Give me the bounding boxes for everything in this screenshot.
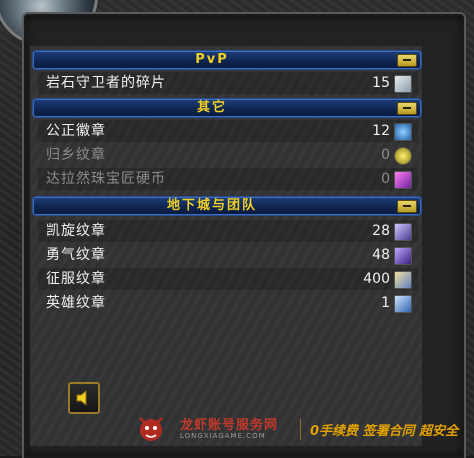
section-header-pvp[interactable]: PvP [32, 50, 422, 70]
watermark-slogan: 0手续费 签署合同 超安全 [310, 424, 459, 439]
currency-count: 12 [372, 123, 390, 139]
conquest-emblem-icon [394, 271, 412, 289]
currency-name: 凯旋纹章 [46, 223, 106, 239]
section-header-other[interactable]: 其它 [32, 98, 422, 118]
section-title: 其它 [196, 100, 227, 115]
currency-count: 48 [372, 247, 390, 263]
currency-count: 15 [372, 75, 390, 91]
jewelcrafter-token-icon [394, 171, 412, 189]
valor-emblem-icon [394, 247, 412, 265]
triumph-emblem-icon [394, 223, 412, 241]
currency-count: 0 [381, 147, 390, 163]
currency-name: 达拉然珠宝匠硬币 [46, 171, 166, 187]
watermark-url: LONGXIAGAME.COM [180, 432, 266, 440]
currency-row[interactable]: 凯旋纹章 28 [38, 220, 418, 242]
collapse-button[interactable] [397, 54, 417, 67]
currency-name: 征服纹章 [46, 271, 106, 287]
currency-count: 28 [372, 223, 390, 239]
speaker-icon [76, 389, 87, 407]
currency-row[interactable]: 达拉然珠宝匠硬币 0 [38, 168, 418, 190]
currency-row[interactable]: 归乡纹章 0 [38, 144, 418, 166]
section-title: 地下城与团队 [166, 198, 257, 213]
currency-name: 公正徽章 [46, 123, 106, 139]
currency-name: 英雄纹章 [46, 295, 106, 311]
homecoming-emblem-icon [394, 147, 412, 165]
watermark-separator [300, 418, 301, 440]
currency-row[interactable]: 岩石守卫者的碎片 15 [38, 72, 418, 94]
collapse-button[interactable] [397, 102, 417, 115]
sound-toggle-button[interactable] [68, 382, 100, 414]
stone-shard-icon [394, 75, 412, 93]
section-header-dungeon-raid[interactable]: 地下城与团队 [32, 196, 422, 216]
collapse-button[interactable] [397, 200, 417, 213]
currency-row[interactable]: 征服纹章 400 [38, 268, 418, 290]
currency-count: 1 [381, 295, 390, 311]
watermark-brand: 龙虾账号服务网 [180, 418, 279, 433]
currency-count: 0 [381, 171, 390, 187]
currency-row[interactable]: 勇气纹章 48 [38, 244, 418, 266]
currency-name: 岩石守卫者的碎片 [46, 75, 166, 91]
currency-name: 归乡纹章 [46, 147, 106, 163]
currency-row[interactable]: 英雄纹章 1 [38, 292, 418, 314]
justice-badge-icon [394, 123, 412, 141]
currency-name: 勇气纹章 [46, 247, 106, 263]
currency-row[interactable]: 公正徽章 12 [38, 120, 418, 142]
currency-count: 400 [363, 271, 390, 287]
section-title: PvP [195, 52, 229, 67]
watermark: 龙虾账号服务网 LONGXIAGAME.COM 0手续费 签署合同 超安全 [134, 410, 458, 450]
lobster-logo-icon [139, 417, 163, 441]
window-frame: PvP 岩石守卫者的碎片 15 其它 公正徽章 12 归乡纹章 0 达拉然珠宝匠… [0, 0, 474, 458]
heroism-emblem-icon [394, 295, 412, 313]
